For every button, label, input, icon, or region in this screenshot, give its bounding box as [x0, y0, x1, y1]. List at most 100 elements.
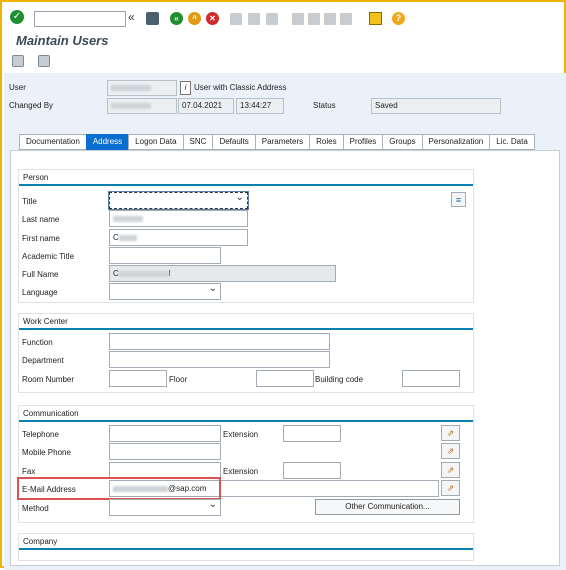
language-select[interactable] — [109, 281, 221, 300]
group-divider — [19, 548, 473, 550]
user-type-info-icon[interactable]: i — [180, 81, 191, 95]
print-icon[interactable] — [230, 13, 242, 25]
full-name-label: Full Name — [22, 270, 59, 279]
command-field-toggle-icon[interactable]: « — [128, 10, 135, 24]
room-number-input[interactable] — [109, 370, 167, 387]
person-group: Person Title ≡ Last name First name C Ac… — [18, 169, 474, 303]
extension-label: Extension — [223, 430, 259, 439]
telephone-input[interactable] — [109, 425, 221, 442]
display-change-icon[interactable] — [12, 55, 24, 67]
fax-label: Fax — [22, 467, 36, 476]
application-toolbar — [12, 55, 62, 67]
function-input[interactable] — [109, 333, 330, 350]
help-icon[interactable]: ? — [392, 12, 405, 25]
email-highlight-box — [17, 477, 221, 500]
telephone-label: Telephone — [22, 430, 59, 439]
last-name-label: Last name — [22, 215, 60, 224]
tab-logon-data[interactable]: Logon Data — [128, 134, 183, 150]
mobile-more-icon[interactable]: ⇗ — [441, 443, 460, 459]
previous-page-icon[interactable] — [308, 13, 320, 25]
tab-snc[interactable]: SNC — [182, 134, 213, 150]
last-page-icon[interactable] — [340, 13, 352, 25]
other-user-icon[interactable] — [38, 55, 51, 67]
save-icon[interactable] — [146, 12, 159, 25]
department-input[interactable] — [109, 351, 330, 368]
page-title: Maintain Users — [16, 33, 109, 48]
academic-title-input[interactable] — [109, 247, 221, 264]
group-divider — [19, 184, 473, 186]
first-page-icon[interactable] — [292, 13, 304, 25]
full-name-field: Cl — [109, 265, 336, 282]
communication-group-title: Communication — [23, 409, 79, 418]
first-name-label: First name — [22, 234, 60, 243]
status-label: Status — [313, 101, 336, 110]
last-name-input[interactable] — [109, 210, 248, 227]
system-toolbar: ✓ « « ^ ✕ ? — [4, 4, 564, 30]
find-icon[interactable] — [248, 13, 260, 25]
full-name-suffix: l — [168, 269, 171, 278]
floor-input[interactable] — [256, 370, 314, 387]
exit-icon[interactable]: ^ — [188, 12, 201, 25]
first-name-input[interactable]: C — [109, 229, 248, 246]
tab-defaults[interactable]: Defaults — [212, 134, 255, 150]
user-label: User — [9, 83, 26, 92]
command-field[interactable] — [34, 11, 126, 27]
changed-by-label: Changed By — [9, 101, 54, 110]
function-label: Function — [22, 338, 53, 347]
user-field — [107, 80, 177, 96]
tab-profiles[interactable]: Profiles — [342, 134, 383, 150]
company-group-title: Company — [23, 537, 58, 546]
group-divider — [19, 420, 473, 422]
floor-label: Floor — [169, 375, 188, 384]
other-communication-button[interactable]: Other Communication... — [315, 499, 460, 515]
changed-by-field — [107, 98, 177, 114]
next-page-icon[interactable] — [324, 13, 336, 25]
tab-documentation[interactable]: Documentation — [19, 134, 86, 150]
status-field: Saved — [371, 98, 501, 114]
user-header: User i User with Classic Address Changed… — [4, 73, 566, 121]
title-select[interactable] — [108, 190, 249, 210]
title-label: Title — [22, 197, 37, 206]
user-type-text: User with Classic Address — [194, 83, 287, 92]
fax-extension-input[interactable] — [283, 462, 341, 479]
tabstrip: Documentation Address Logon Data SNC Def… — [19, 134, 535, 150]
building-code-label: Building code — [315, 375, 364, 384]
company-group: Company — [18, 533, 474, 561]
create-session-icon[interactable] — [369, 12, 382, 25]
enter-icon[interactable]: ✓ — [10, 10, 24, 24]
tab-personalization[interactable]: Personalization — [421, 134, 490, 150]
email-more-icon[interactable]: ⇗ — [441, 480, 460, 496]
room-number-label: Room Number — [22, 375, 75, 384]
fax-more-icon[interactable]: ⇗ — [441, 462, 460, 478]
tab-lic-data[interactable]: Lic. Data — [489, 134, 535, 150]
person-group-title: Person — [23, 173, 49, 182]
find-next-icon[interactable] — [266, 13, 278, 25]
tab-groups[interactable]: Groups — [382, 134, 422, 150]
back-icon[interactable]: « — [170, 12, 183, 25]
academic-title-label: Academic Title — [22, 252, 75, 261]
tab-roles[interactable]: Roles — [309, 134, 343, 150]
telephone-more-icon[interactable]: ⇗ — [441, 425, 460, 441]
tab-parameters[interactable]: Parameters — [254, 134, 310, 150]
method-select[interactable] — [109, 497, 221, 516]
language-label: Language — [22, 288, 58, 297]
group-divider — [19, 328, 473, 330]
mobile-phone-input[interactable] — [109, 443, 221, 460]
work-center-group-title: Work Center — [23, 317, 68, 326]
mobile-phone-label: Mobile Phone — [22, 448, 71, 457]
changed-time-field: 13:44:27 — [236, 98, 284, 114]
work-center-group: Work Center Function Department Room Num… — [18, 313, 474, 393]
method-label: Method — [22, 504, 49, 513]
address-detail-icon[interactable]: ≡ — [451, 192, 466, 207]
department-label: Department — [22, 356, 64, 365]
tab-area: Documentation Address Logon Data SNC Def… — [4, 121, 566, 570]
extension-input[interactable] — [283, 425, 341, 442]
cancel-icon[interactable]: ✕ — [206, 12, 219, 25]
communication-group: Communication Telephone Extension ⇗ Mobi… — [17, 405, 474, 523]
fax-extension-label: Extension — [223, 467, 259, 476]
address-tab-body: Person Title ≡ Last name First name C Ac… — [10, 150, 560, 566]
building-code-input[interactable] — [402, 370, 460, 387]
window-frame: ✓ « « ^ ✕ ? Maintain Users User i User w… — [0, 0, 566, 570]
tab-address[interactable]: Address — [85, 134, 129, 150]
changed-date-field: 07.04.2021 — [178, 98, 234, 114]
